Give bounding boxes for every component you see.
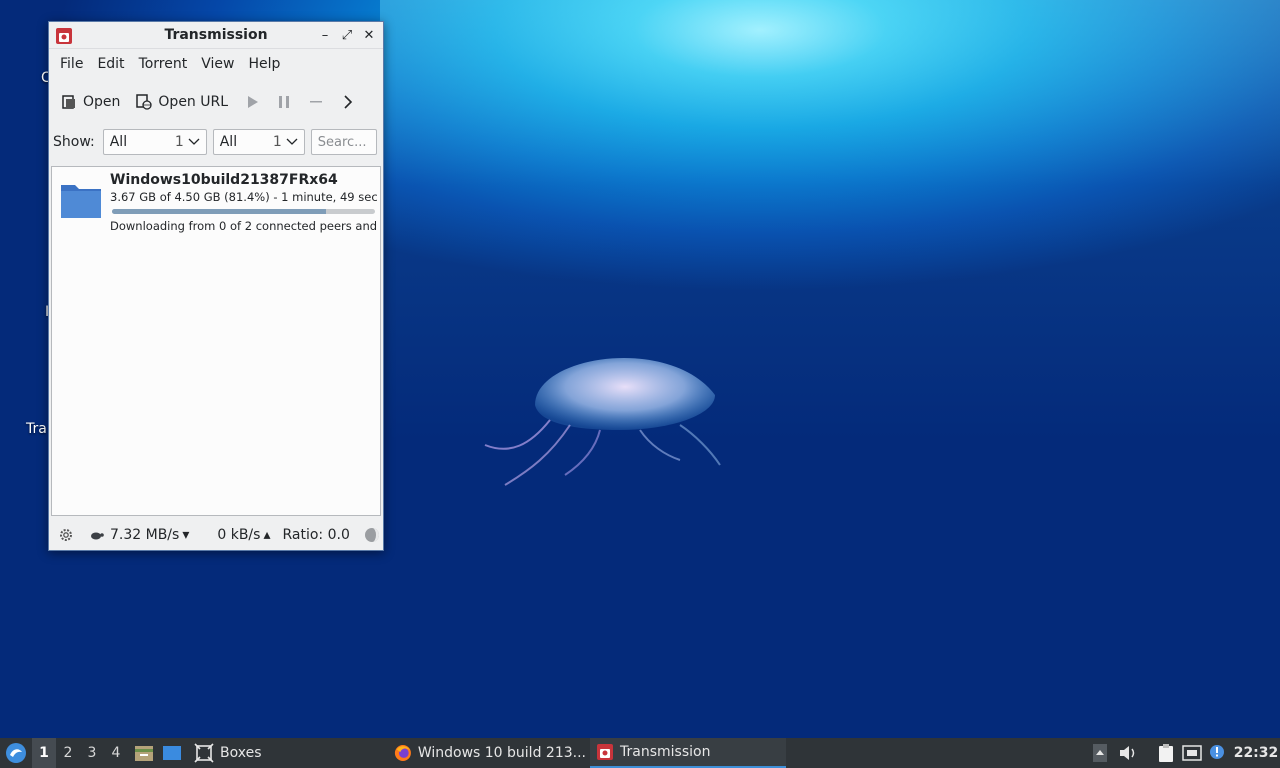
chevron-down-icon <box>188 138 200 145</box>
network-button[interactable] <box>1180 738 1204 768</box>
task-transmission[interactable]: Transmission <box>590 738 786 768</box>
file-manager-launcher[interactable] <box>132 738 156 768</box>
turtle-icon[interactable] <box>90 530 104 540</box>
folder-icon <box>61 185 101 218</box>
activity-filter-count: 1 <box>174 134 184 150</box>
volume-button[interactable] <box>1116 738 1140 768</box>
open-button[interactable]: Open <box>61 94 120 110</box>
open-button-label: Open <box>83 94 121 110</box>
notification-button[interactable] <box>1206 738 1228 768</box>
file-manager-icon <box>135 746 153 761</box>
volume-icon <box>1120 746 1135 760</box>
titlebar[interactable]: Transmission – ⤢ ✕ <box>49 22 383 49</box>
pause-icon <box>279 96 290 108</box>
menu-edit[interactable]: Edit <box>90 56 131 72</box>
lubuntu-logo-icon <box>6 743 26 763</box>
pause-button[interactable] <box>276 94 292 110</box>
menu-torrent[interactable]: Torrent <box>132 56 195 72</box>
start-button[interactable] <box>244 94 260 110</box>
network-wired-icon <box>1182 745 1202 761</box>
taskbar: 1 2 3 4 Boxes Windows 10 build 213... Tr… <box>0 738 1280 768</box>
torrent-list[interactable]: Windows10build21387FRx64 3.67 GB of 4.50… <box>51 166 381 516</box>
maximize-icon[interactable]: ⤢ <box>339 26 355 44</box>
ratio-label[interactable]: Ratio: 0.0 <box>282 527 349 543</box>
gear-icon[interactable] <box>58 527 74 543</box>
task-transmission-label: Transmission <box>620 744 711 760</box>
tracker-filter-count: 1 <box>272 134 282 150</box>
upload-speed: 0 kB/s <box>217 526 261 543</box>
download-arrow-icon: ▾ <box>182 526 190 543</box>
jellyfish-wallpaper-art <box>484 357 721 486</box>
search-input[interactable]: Searc... <box>310 129 377 155</box>
open-file-icon <box>62 95 75 109</box>
start-menu-button[interactable] <box>0 738 32 768</box>
activity-filter-value: All <box>109 134 128 150</box>
torrent-row[interactable]: Windows10build21387FRx64 3.67 GB of 4.50… <box>52 167 380 237</box>
update-notification-icon <box>1210 745 1224 759</box>
remove-button[interactable] <box>308 94 324 110</box>
open-url-button[interactable]: Open URL <box>136 94 228 110</box>
chevron-down-icon <box>286 138 298 145</box>
filter-bar: Show: All 1 All 1 Searc... <box>49 125 383 159</box>
tracker-filter-value: All <box>219 134 238 150</box>
play-icon <box>248 96 259 108</box>
workspace-1[interactable]: 1 <box>32 738 56 768</box>
task-firefox[interactable]: Windows 10 build 213... <box>394 738 586 768</box>
statusbar: 7.32 MB/s ▾ 0 kB/s ▴ Ratio: 0.0 <box>49 519 383 550</box>
open-url-icon <box>136 94 153 110</box>
workspace-3[interactable]: 3 <box>80 738 104 768</box>
task-boxes[interactable]: Boxes <box>194 738 384 768</box>
clipboard-icon <box>1159 744 1173 762</box>
menubar: File Edit Torrent View Help <box>49 49 383 79</box>
open-url-button-label: Open URL <box>158 94 229 110</box>
menu-view[interactable]: View <box>194 56 241 72</box>
task-firefox-label: Windows 10 build 213... <box>417 745 586 761</box>
chevron-up-icon <box>1093 744 1107 762</box>
show-label: Show: <box>53 134 95 150</box>
transmission-window: Transmission – ⤢ ✕ File Edit Torrent Vie… <box>48 21 384 551</box>
transmission-app-icon[interactable] <box>55 27 73 45</box>
minimize-icon[interactable]: – <box>317 26 333 44</box>
workspace-2[interactable]: 2 <box>56 738 80 768</box>
clock[interactable]: 22:32 <box>1232 738 1280 768</box>
menu-file[interactable]: File <box>53 56 90 72</box>
task-boxes-label: Boxes <box>220 745 262 761</box>
chevron-right-icon <box>344 95 353 109</box>
menu-help[interactable]: Help <box>241 56 287 72</box>
minus-icon <box>310 101 323 103</box>
tracker-filter-select[interactable]: All 1 <box>212 129 305 155</box>
workspace-4[interactable]: 4 <box>104 738 128 768</box>
torrent-name: Windows10build21387FRx64 <box>110 172 338 188</box>
desktop-icon-label[interactable]: Tra <box>26 421 47 437</box>
torrent-progress-bar <box>112 209 375 214</box>
activity-filter-select[interactable]: All 1 <box>102 129 207 155</box>
ratio-mode-icon[interactable] <box>364 527 380 543</box>
torrent-status: Downloading from 0 of 2 connected peers … <box>110 219 378 233</box>
more-button[interactable] <box>340 94 356 110</box>
boxes-icon <box>194 743 214 763</box>
clipboard-button[interactable] <box>1154 738 1178 768</box>
tray-expand-button[interactable] <box>1090 738 1110 768</box>
firefox-icon <box>394 744 411 762</box>
toolbar: Open Open URL <box>49 79 383 125</box>
torrent-progress-fill <box>112 209 327 214</box>
desktop-icon <box>163 746 181 760</box>
show-desktop-button[interactable] <box>160 738 184 768</box>
close-icon[interactable]: ✕ <box>361 26 377 44</box>
transmission-icon <box>597 744 613 760</box>
upload-arrow-icon: ▴ <box>263 526 271 543</box>
torrent-progress-text: 3.67 GB of 4.50 GB (81.4%) - 1 minute, 4… <box>110 190 378 204</box>
download-speed: 7.32 MB/s <box>110 526 180 543</box>
